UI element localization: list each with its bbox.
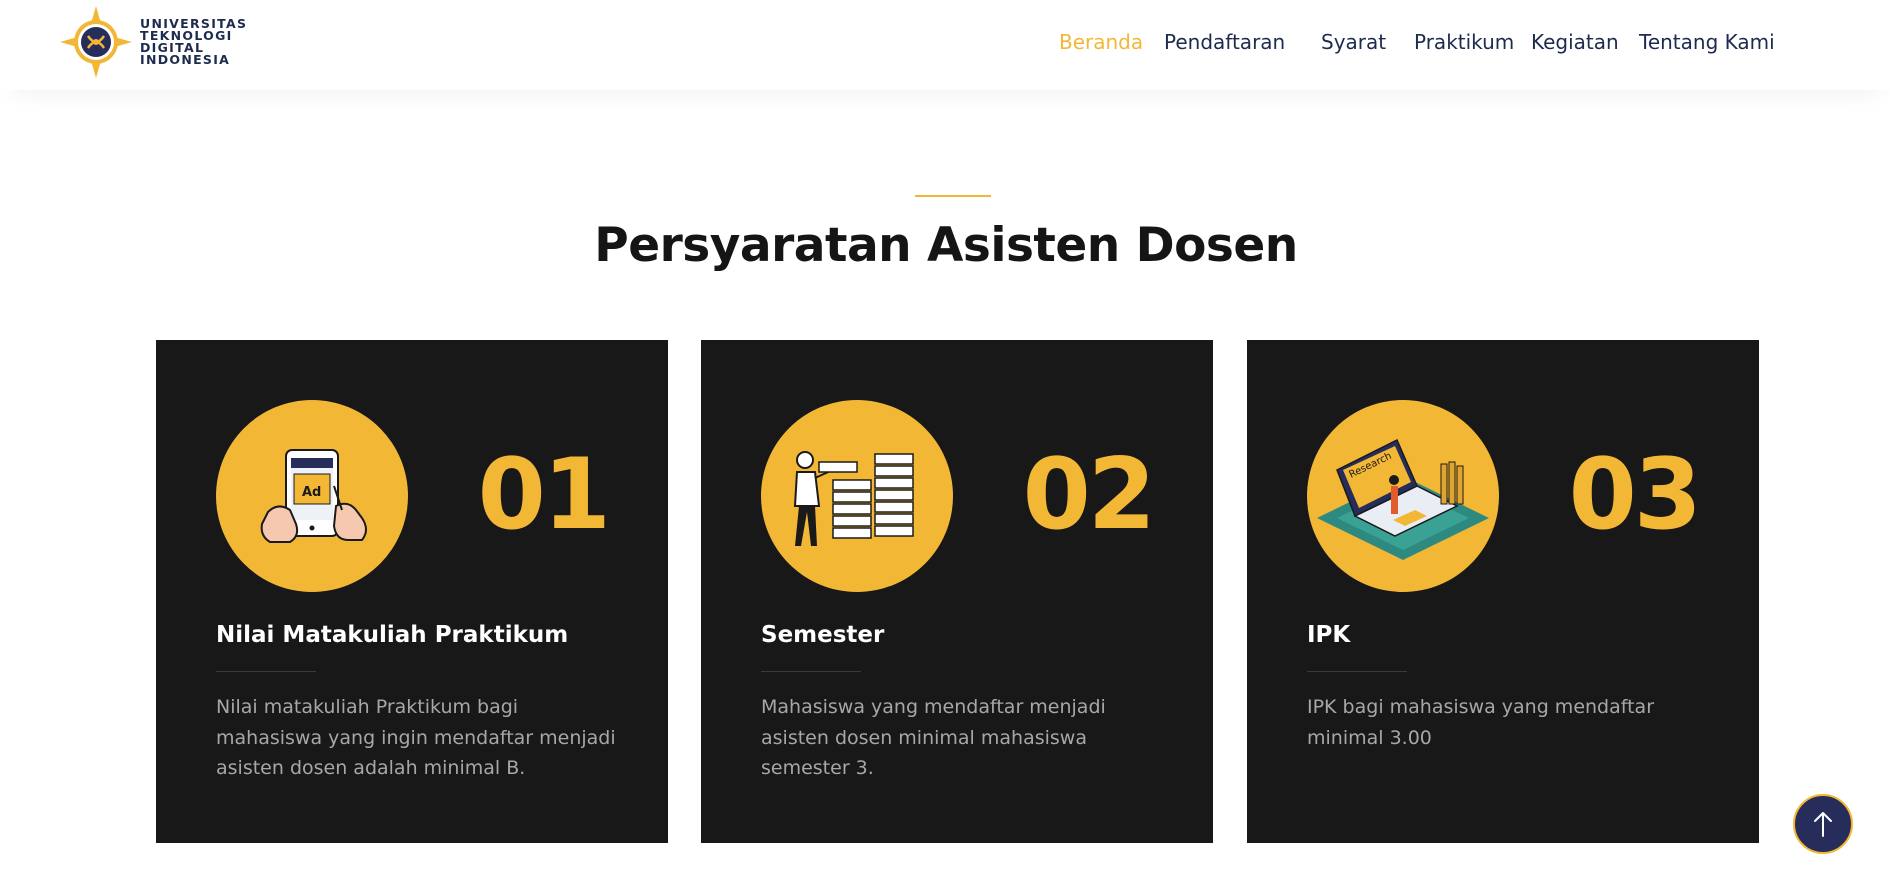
nav-item-praktikum[interactable]: Praktikum: [1414, 30, 1514, 54]
card-illustration: Research: [1307, 400, 1499, 592]
card-divider: [216, 671, 316, 672]
requirement-card-2: 02 Semester Mahasiswa yang mendaftar men…: [701, 340, 1213, 843]
card-title: IPK: [1307, 622, 1351, 648]
site-header: UNIVERSITAS TEKNOLOGI DIGITAL INDONESIA …: [0, 0, 1892, 90]
laptop-research-illustration-icon: Research: [1317, 438, 1489, 560]
svg-text:Ad: Ad: [302, 485, 321, 500]
card-divider: [761, 671, 861, 672]
title-accent-line: [915, 195, 991, 197]
nav-item-tentang-kami[interactable]: Tentang Kami: [1639, 30, 1775, 54]
card-title: Semester: [761, 622, 885, 648]
nav-item-syarat[interactable]: Syarat: [1321, 30, 1386, 54]
arrow-up-icon: [1814, 812, 1832, 837]
card-title: Nilai Matakuliah Praktikum: [216, 622, 569, 648]
requirement-card-3: Research 03 IPK IPK bagi mahasiswa yang …: [1247, 340, 1759, 843]
site-logo[interactable]: UNIVERSITAS TEKNOLOGI DIGITAL INDONESIA: [58, 4, 247, 80]
card-number: 03: [1568, 438, 1702, 552]
phone-ad-illustration-icon: Ad: [260, 449, 367, 543]
card-description: IPK bagi mahasiswa yang mendaftar minima…: [1307, 696, 1655, 749]
card-illustration: [761, 400, 953, 592]
card-description: Nilai matakuliah Praktikum bagi mahasisw…: [216, 696, 616, 779]
section-title: Persyaratan Asisten Dosen: [594, 218, 1298, 273]
card-number: 01: [477, 438, 611, 552]
nav-item-beranda[interactable]: Beranda: [1059, 30, 1143, 54]
card-illustration: Ad: [216, 400, 408, 592]
logo-wordmark: UNIVERSITAS TEKNOLOGI DIGITAL INDONESIA: [140, 17, 247, 67]
back-to-top-button[interactable]: [1793, 794, 1853, 854]
card-divider: [1307, 671, 1407, 672]
requirement-card-1: Ad 01 Nilai Matakuliah Praktikum Nilai m…: [156, 340, 668, 843]
person-stacks-illustration-icon: [793, 451, 914, 546]
card-number: 02: [1022, 438, 1156, 552]
logo-line: INDONESIA: [140, 52, 231, 67]
card-description: Mahasiswa yang mendaftar menjadi asisten…: [761, 696, 1106, 779]
nav-item-pendaftaran[interactable]: Pendaftaran: [1164, 30, 1285, 54]
university-emblem-icon: [60, 6, 132, 78]
nav-item-kegiatan[interactable]: Kegiatan: [1531, 30, 1619, 54]
